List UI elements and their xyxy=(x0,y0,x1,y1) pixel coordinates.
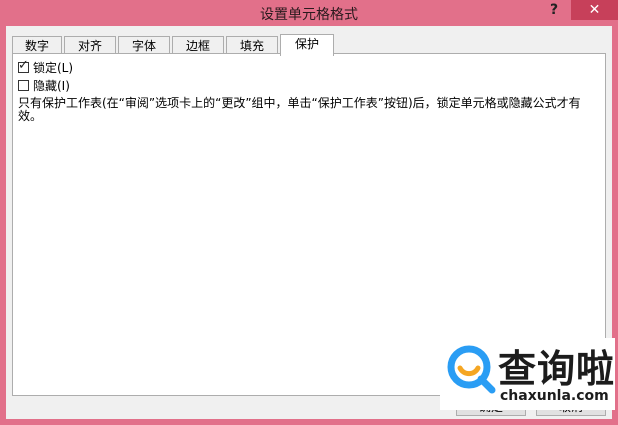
locked-checkbox[interactable] xyxy=(18,58,29,73)
tab-protection[interactable]: 保护 xyxy=(280,34,334,56)
watermark-domain: chaxunla.com xyxy=(500,388,609,404)
locked-label: 锁定(L) xyxy=(33,60,74,75)
dialog-title: 设置单元格格式 xyxy=(260,7,358,23)
tab-number[interactable]: 数字 xyxy=(12,36,62,54)
watermark: 查询啦 chaxunla.com xyxy=(440,338,615,410)
title-bar: 设置单元格格式 ? ✕ xyxy=(0,0,618,26)
hidden-label: 隐藏(I) xyxy=(33,78,70,93)
magnifier-logo-icon xyxy=(447,345,496,394)
tab-font[interactable]: 字体 xyxy=(118,36,170,54)
protection-note: 只有保护工作表(在“审阅”选项卡上的“更改”组中，单击“保护工作表”按钮)后，锁… xyxy=(18,96,581,123)
tab-border[interactable]: 边框 xyxy=(172,36,224,54)
hidden-option[interactable]: 隐藏(I) xyxy=(18,77,70,93)
help-button[interactable]: ? xyxy=(545,2,563,22)
hidden-checkbox[interactable] xyxy=(18,79,29,91)
tab-fill[interactable]: 填充 xyxy=(226,36,278,54)
locked-option[interactable]: 锁定(L) xyxy=(18,58,74,75)
close-button[interactable]: ✕ xyxy=(571,0,618,20)
watermark-brand: 查询啦 xyxy=(498,347,616,391)
tab-alignment[interactable]: 对齐 xyxy=(64,36,116,54)
